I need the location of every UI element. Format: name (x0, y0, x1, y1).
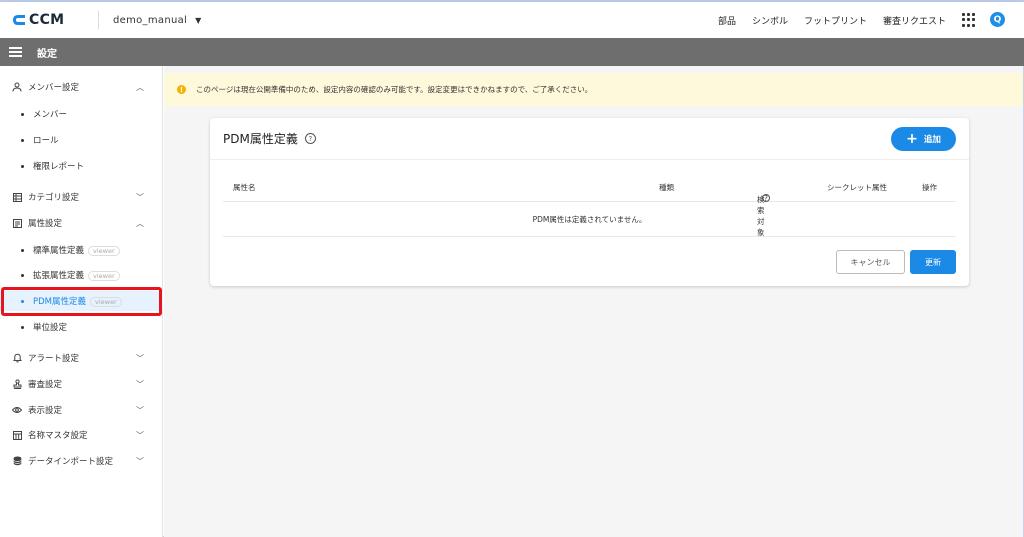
hamburger-menu-icon[interactable] (9, 47, 22, 57)
chevron-down-icon: ﹀ (136, 379, 144, 389)
stamp-icon (12, 379, 22, 389)
ccm-logo-icon (13, 15, 25, 25)
page-title: 設定 (37, 48, 57, 60)
sidebar-group-attribute-settings[interactable]: 属性設定 ︿ (0, 213, 163, 233)
chevron-down-icon: ﹀ (136, 353, 144, 363)
add-button[interactable]: + 追加 (891, 127, 956, 151)
sidebar-group-member-settings[interactable]: メンバー設定 ︿ (0, 77, 163, 97)
chevron-down-icon: ﹀ (136, 192, 144, 202)
nav-review-request[interactable]: 審査リクエスト (883, 14, 946, 27)
viewer-badge: viewer (88, 271, 120, 281)
sidebar-item-member[interactable]: メンバー (0, 104, 163, 124)
sidebar-group-alert-settings[interactable]: アラート設定 ﹀ (0, 348, 163, 368)
add-button-label: 追加 (923, 135, 941, 145)
sidebar-item-permission-report[interactable]: 権限レポート (0, 156, 163, 176)
col-actions: 操作 (922, 183, 937, 192)
card-title: PDM属性定義 (223, 132, 298, 146)
sidebar-group-label: 表示設定 (28, 406, 63, 416)
bullet-icon (21, 138, 24, 142)
table-header: 属性名 種類 検索対象? シークレット属性 操作 (223, 170, 956, 237)
bullet-icon (21, 273, 24, 277)
app-logo[interactable]: CCM (12, 12, 82, 28)
standard-attr-text: 標準属性定義 (33, 246, 85, 256)
sidebar-item-label: メンバー (33, 110, 68, 120)
highlight-annotation (1, 287, 162, 316)
bell-icon (12, 353, 22, 363)
person-icon (12, 82, 22, 92)
sidebar-group-label: カテゴリ設定 (28, 193, 80, 203)
logo-text: CCM (29, 12, 65, 28)
sidebar-group-category-settings[interactable]: カテゴリ設定 ﹀ (0, 187, 163, 207)
table-icon (12, 430, 22, 440)
bullet-icon (21, 325, 24, 329)
sidebar-item-role[interactable]: ロール (0, 130, 163, 150)
sidebar-group-name-master-settings[interactable]: 名称マスタ設定 ﹀ (0, 425, 163, 445)
card-header: PDM属性定義 ? + 追加 (210, 118, 969, 160)
caret-down-icon: ▼ (195, 15, 202, 25)
document-icon (12, 218, 22, 228)
sidebar-group-label: 名称マスタ設定 (28, 431, 88, 441)
divider (98, 11, 99, 29)
sidebar-group-label: メンバー設定 (28, 83, 80, 93)
sidebar-item-label: 拡張属性定義 viewer (33, 269, 120, 281)
workspace-name: demo_manual (113, 14, 188, 26)
chevron-down-icon: ﹀ (136, 456, 144, 466)
sidebar-group-label: 審査設定 (28, 380, 63, 390)
warning-icon: ! (177, 85, 186, 94)
empty-message: PDM属性は定義されていません。 (223, 202, 956, 237)
extended-attr-text: 拡張属性定義 (33, 271, 85, 281)
database-icon (12, 456, 22, 466)
workspace-selector[interactable]: demo_manual ▼ (113, 15, 202, 26)
sidebar-item-label: 標準属性定義 viewer (33, 244, 120, 256)
viewer-badge: viewer (88, 246, 120, 256)
sidebar-item-unit-settings[interactable]: 単位設定 (0, 317, 163, 337)
main-content: ! このページは現在公開準備中のため、設定内容の確認のみ可能です。設定変更はでき… (164, 66, 1023, 537)
bullet-icon (21, 248, 24, 252)
sidebar-item-extended-attr[interactable]: 拡張属性定義 viewer (0, 265, 163, 285)
sidebar-item-label: ロール (33, 136, 59, 146)
notice-banner: ! このページは現在公開準備中のため、設定内容の確認のみ可能です。設定変更はでき… (164, 73, 1023, 106)
sidebar: メンバー設定 ︿ メンバー ロール 権限レポート カテゴリ設定 ﹀ 属性設定 ︿… (0, 66, 163, 537)
chevron-down-icon: ﹀ (136, 405, 144, 415)
sidebar-item-label: 単位設定 (33, 323, 68, 333)
col-attr-name: 属性名 (233, 183, 256, 192)
nav-parts[interactable]: 部品 (718, 14, 736, 27)
nav-footprints[interactable]: フットプリント (804, 14, 867, 27)
sidebar-group-label: データインポート設定 (28, 457, 114, 467)
bullet-icon (21, 112, 24, 116)
pdm-attribute-card: PDM属性定義 ? + 追加 属性名 種類 検索対象? シークレット属性 操作 … (210, 118, 969, 286)
apps-grid-icon[interactable] (962, 13, 976, 27)
title-bar: 設定 (0, 38, 1024, 66)
sidebar-group-label: 属性設定 (28, 219, 63, 229)
sidebar-group-label: アラート設定 (28, 354, 80, 364)
sidebar-item-standard-attr[interactable]: 標準属性定義 viewer (0, 240, 163, 260)
sidebar-group-review-settings[interactable]: 審査設定 ﹀ (0, 374, 163, 394)
sidebar-group-data-import-settings[interactable]: データインポート設定 ﹀ (0, 451, 163, 471)
plus-icon: + (906, 131, 918, 147)
help-icon[interactable]: ? (762, 194, 770, 203)
sidebar-group-display-settings[interactable]: 表示設定 ﹀ (0, 400, 163, 420)
chevron-up-icon: ︿ (136, 82, 144, 92)
col-type: 種類 (659, 183, 674, 192)
top-bar: CCM demo_manual ▼ 部品 シンボル フットプリント 審査リクエス… (0, 2, 1024, 38)
help-icon[interactable]: ? (304, 133, 316, 144)
bullet-icon (21, 164, 24, 168)
top-nav: 部品 シンボル フットプリント 審査リクエスト (702, 2, 946, 38)
col-secret-attr: シークレット属性 (827, 183, 887, 192)
user-avatar[interactable]: Q (990, 12, 1005, 27)
update-button[interactable]: 更新 (910, 250, 956, 274)
notice-text: このページは現在公開準備中のため、設定内容の確認のみ可能です。設定変更はできかね… (196, 85, 593, 94)
eye-icon (12, 405, 22, 415)
sidebar-item-label: 権限レポート (33, 162, 85, 172)
cancel-button[interactable]: キャンセル (836, 250, 905, 274)
category-icon (12, 192, 22, 202)
chevron-up-icon: ︿ (136, 218, 144, 228)
chevron-down-icon: ﹀ (136, 430, 144, 440)
nav-symbols[interactable]: シンボル (752, 14, 788, 27)
